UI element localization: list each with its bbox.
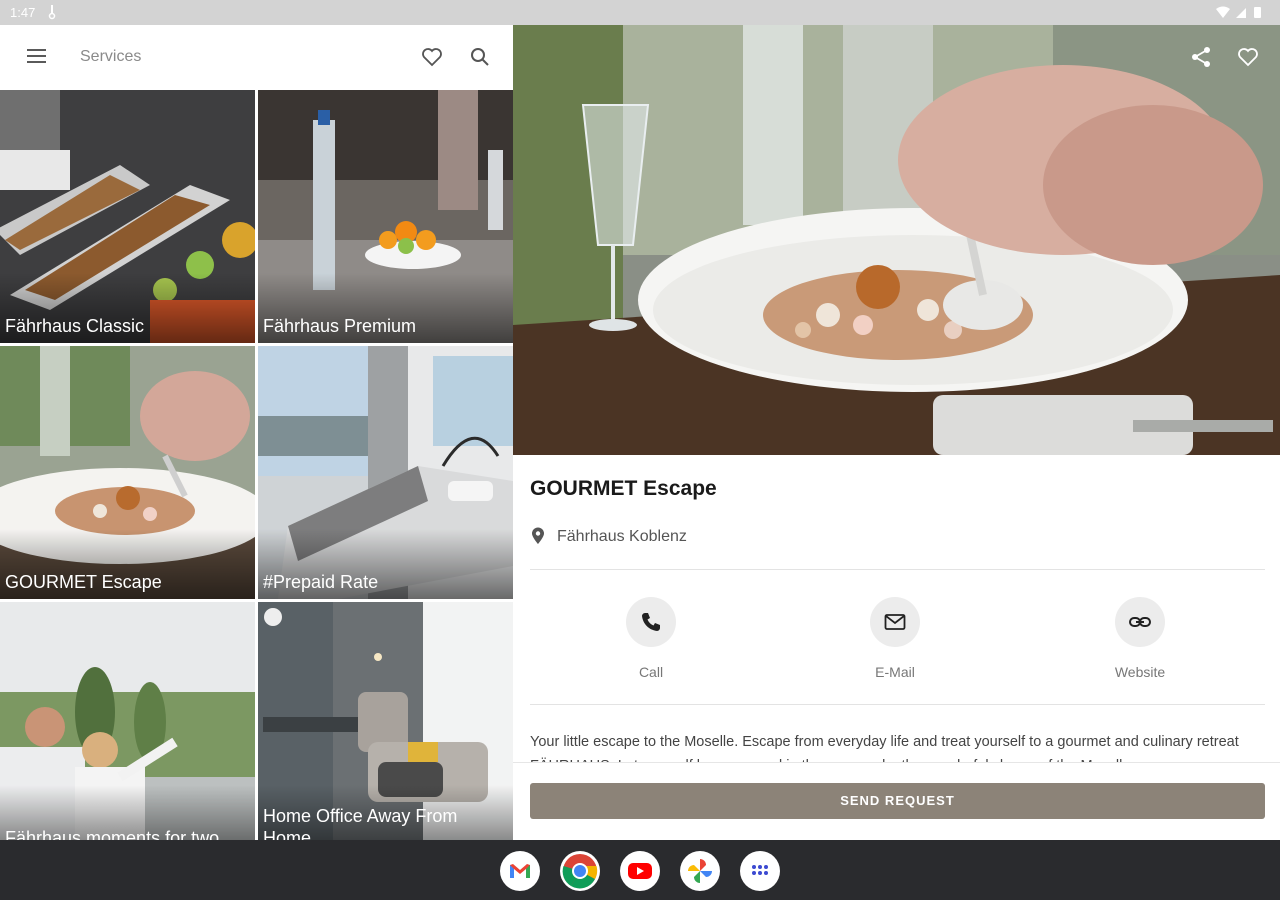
call-button[interactable]: [626, 597, 676, 647]
service-tile-label: Fährhaus Classic: [5, 316, 145, 336]
search-icon[interactable]: [468, 45, 492, 69]
email-label: E-Mail: [875, 664, 915, 680]
service-tile-label: Fährhaus Premium: [263, 316, 417, 336]
call-action[interactable]: Call: [596, 597, 706, 680]
website-action[interactable]: Website: [1085, 597, 1195, 680]
location-text[interactable]: Fährhaus Koblenz: [557, 528, 687, 546]
hero-photo: [513, 25, 1280, 455]
photos-icon: [688, 859, 712, 883]
service-tile-label: Fährhaus moments for two: [5, 828, 220, 840]
call-label: Call: [638, 664, 664, 680]
email-action[interactable]: E-Mail: [840, 597, 950, 680]
send-request-button[interactable]: SEND REQUEST: [530, 783, 1265, 819]
youtube-app[interactable]: [620, 851, 660, 891]
chrome-icon: [562, 854, 598, 889]
service-tile[interactable]: Fährhaus Classic: [0, 90, 255, 343]
hero-image: [513, 25, 1280, 455]
email-button[interactable]: [870, 597, 920, 647]
gmail-app[interactable]: [500, 851, 540, 891]
app-bar: Services: [0, 25, 513, 90]
status-time: 1:47: [10, 5, 36, 20]
favorites-heart-icon[interactable]: [420, 45, 444, 69]
youtube-icon: [628, 863, 652, 879]
service-tile[interactable]: GOURMET Escape: [0, 346, 255, 599]
phone-icon: [642, 613, 660, 631]
mail-icon: [884, 614, 906, 630]
service-tile-label: GOURMET Escape: [5, 572, 162, 592]
services-list-pane: Services Fährhaus Classic Fährhaus Premi…: [0, 25, 513, 840]
service-detail-pane: GOURMET Escape Fährhaus Koblenz Call E-M…: [513, 25, 1280, 840]
service-title: GOURMET Escape: [530, 477, 717, 500]
divider: [530, 569, 1265, 570]
service-tile[interactable]: Home Office Away From Home: [258, 602, 513, 840]
service-tile[interactable]: Fährhaus moments for two: [0, 602, 255, 840]
service-description: Your little escape to the Moselle. Escap…: [530, 734, 1239, 762]
app-drawer[interactable]: [740, 851, 780, 891]
system-dock: [0, 840, 1280, 900]
gmail-icon: [510, 864, 530, 878]
chrome-app[interactable]: [560, 851, 600, 891]
link-icon: [1129, 617, 1151, 627]
service-tile[interactable]: Fährhaus Premium: [258, 90, 513, 343]
menu-icon[interactable]: [26, 47, 48, 65]
share-icon[interactable]: [1189, 45, 1213, 69]
notification-icon: [48, 5, 56, 20]
system-status-icons: [1216, 6, 1261, 18]
service-tile-label: #Prepaid Rate: [263, 572, 379, 592]
divider: [530, 704, 1265, 705]
status-bar: 1:47: [0, 0, 1280, 25]
service-tile-label: Home Office Away From Home: [263, 806, 458, 840]
page-title: Services: [80, 48, 142, 65]
app-drawer-icon: [752, 865, 768, 875]
location-pin-icon: [532, 527, 544, 544]
photos-app[interactable]: [680, 851, 720, 891]
service-tile[interactable]: #Prepaid Rate: [258, 346, 513, 599]
services-grid: Fährhaus Classic Fährhaus Premium GOURME…: [0, 90, 513, 840]
favorite-heart-icon[interactable]: [1236, 45, 1260, 69]
website-button[interactable]: [1115, 597, 1165, 647]
website-label: Website: [1114, 664, 1166, 680]
